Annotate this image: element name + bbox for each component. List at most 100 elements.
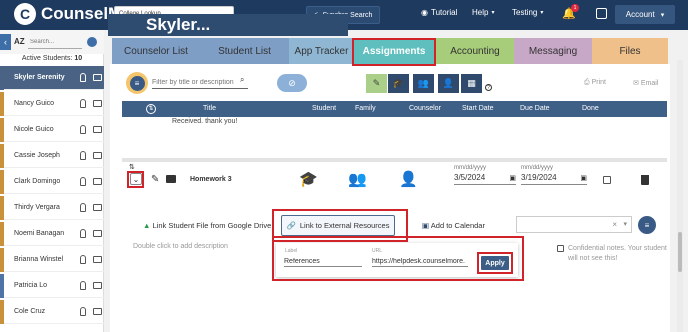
sidebar-student-item[interactable]: Nicole Guico xyxy=(0,118,104,142)
sidebar-student-item[interactable]: Skyler Serenity xyxy=(0,66,104,90)
student-profile-icon[interactable] xyxy=(80,177,86,186)
student-profile-icon[interactable] xyxy=(80,307,86,316)
drag-handle-icon[interactable]: ⇅ xyxy=(129,163,135,171)
family-view-button[interactable]: 👥 xyxy=(413,74,434,93)
done-checkbox[interactable] xyxy=(603,176,611,184)
student-view-button[interactable]: 🎓 xyxy=(388,74,409,93)
nav-help[interactable]: Help ▾ xyxy=(472,8,494,17)
chevron-down-icon: ▾ xyxy=(623,221,627,228)
nav-tutorial[interactable]: ◉ Tutorial xyxy=(421,8,457,17)
student-name: Cole Cruz xyxy=(14,308,46,315)
expand-row-button[interactable]: ⌄ xyxy=(130,173,142,185)
sidebar-student-item[interactable]: Thirdy Vergara xyxy=(0,196,104,220)
student-profile-icon[interactable] xyxy=(80,151,86,160)
student-card-icon[interactable] xyxy=(93,282,102,289)
nav-testing[interactable]: Testing ▾ xyxy=(512,8,543,17)
student-profile-icon[interactable] xyxy=(80,203,86,212)
student-card-icon[interactable] xyxy=(93,178,102,185)
col-due-date[interactable]: Due Date xyxy=(520,105,550,112)
trash-icon[interactable] xyxy=(641,175,649,185)
start-date-input[interactable]: 3/5/2024 ▣ xyxy=(454,173,516,185)
student-card-icon[interactable] xyxy=(93,204,102,211)
col-family[interactable]: Family xyxy=(355,105,376,112)
sidebar-student-item[interactable]: Noemi Banagan xyxy=(0,222,104,246)
student-card-icon[interactable] xyxy=(93,152,102,159)
add-checklist-button[interactable]: ≡ xyxy=(638,216,656,234)
edit-icon[interactable]: ✎ xyxy=(151,174,159,185)
print-button[interactable]: ⎙ Print xyxy=(584,79,606,87)
description-hint[interactable]: Double click to add description xyxy=(133,243,228,250)
list-menu-button[interactable]: ≡ xyxy=(126,72,148,94)
help-icon[interactable]: ? xyxy=(485,84,492,91)
filter-icon[interactable] xyxy=(87,37,97,47)
scrollbar-thumb[interactable] xyxy=(678,232,682,272)
compass-icon: ⊘ xyxy=(288,77,296,88)
col-title[interactable]: Title xyxy=(203,105,216,112)
store-icon[interactable] xyxy=(596,8,607,19)
nav-help-label: Help xyxy=(472,8,489,17)
sidebar-student-item[interactable]: Cole Cruz xyxy=(0,300,104,324)
student-profile-icon[interactable] xyxy=(80,281,86,290)
sidebar-student-item[interactable]: Clark Domingo xyxy=(0,170,104,194)
student-search-input[interactable] xyxy=(28,35,82,49)
tab-app-tracker[interactable]: App Tracker xyxy=(289,38,354,64)
calendar-grid-button[interactable]: ▦ xyxy=(461,74,482,93)
counselor-assignee-icon[interactable]: 👤 xyxy=(399,170,418,188)
student-card-icon[interactable] xyxy=(93,230,102,237)
sidebar-student-item[interactable]: Nancy Guico xyxy=(0,92,104,116)
sort-az-button[interactable]: AZ xyxy=(14,37,25,46)
account-menu[interactable]: Account ▾ xyxy=(615,5,675,24)
apply-button[interactable]: Apply xyxy=(481,256,509,270)
sidebar-student-item[interactable]: Cassie Joseph xyxy=(0,144,104,168)
scrollbar-track[interactable] xyxy=(677,60,683,332)
link-url-input[interactable] xyxy=(372,256,468,267)
link-label-input[interactable] xyxy=(284,256,362,267)
tab-assignments[interactable]: Assignments xyxy=(354,38,434,64)
student-profile-icon[interactable] xyxy=(80,99,86,108)
calendar-select[interactable]: × ▾ xyxy=(516,216,632,233)
student-card-icon[interactable] xyxy=(93,256,102,263)
student-card-icon[interactable] xyxy=(93,100,102,107)
student-profile-icon[interactable] xyxy=(80,73,86,82)
student-card-icon[interactable] xyxy=(93,308,102,315)
family-assignee-icon[interactable]: 👥 xyxy=(348,170,367,188)
logo-mark-icon: C xyxy=(14,3,36,25)
filter-input[interactable] xyxy=(152,77,248,89)
counselor-person-button[interactable]: 👤 xyxy=(438,74,459,93)
tab-student-list[interactable]: Student List xyxy=(200,38,289,64)
student-color-marker xyxy=(0,118,4,142)
student-profile-icon[interactable] xyxy=(80,255,86,264)
comment-icon[interactable] xyxy=(166,175,176,183)
link-external-resources-button[interactable]: 🔗 Link to External Resources xyxy=(281,215,395,236)
sidebar-student-item[interactable]: Brianna Winstel xyxy=(0,248,104,272)
due-date-input[interactable]: 3/19/2024 ▣ xyxy=(521,173,587,185)
compass-button[interactable]: ⊘ xyxy=(277,74,307,92)
tab-messaging[interactable]: Messaging xyxy=(514,38,592,64)
col-counselor[interactable]: Counselor xyxy=(409,105,441,112)
chevron-down-icon: ▾ xyxy=(540,10,544,16)
tab-counselor-list[interactable]: Counselor List xyxy=(112,38,200,64)
sort-icon[interactable]: ⇅ xyxy=(146,104,156,114)
student-card-icon[interactable] xyxy=(93,126,102,133)
student-assignee-icon[interactable]: 🎓 xyxy=(299,170,318,188)
google-drive-link-button[interactable]: ▲ Link Student File from Google Drive xyxy=(143,221,271,230)
sidebar-student-item[interactable]: Patricia Lo xyxy=(0,274,104,298)
clear-icon[interactable]: × xyxy=(612,220,617,229)
student-card-icon[interactable] xyxy=(93,74,102,81)
email-button[interactable]: ✉ Email xyxy=(633,79,658,87)
collapse-sidebar-button[interactable]: ‹ xyxy=(0,34,11,50)
col-start-date[interactable]: Start Date xyxy=(462,105,494,112)
envelope-icon: ✉ xyxy=(633,80,639,87)
tab-accounting[interactable]: Accounting xyxy=(436,38,514,64)
col-student[interactable]: Student xyxy=(312,105,336,112)
col-done[interactable]: Done xyxy=(582,105,599,112)
student-profile-icon[interactable] xyxy=(80,125,86,134)
counselor-view-button[interactable]: ✎ xyxy=(366,74,387,93)
student-profile-icon[interactable] xyxy=(80,229,86,238)
tab-files[interactable]: Files xyxy=(592,38,668,64)
confidential-notes[interactable]: Confidential notes. Your student will no… xyxy=(568,244,668,264)
google-drive-label: Link Student File from Google Drive xyxy=(152,221,272,230)
assignment-title[interactable]: Homework 3 xyxy=(190,176,232,183)
add-to-calendar-button[interactable]: ▣ Add to Calendar xyxy=(422,221,485,230)
calendar-icon: ▣ xyxy=(509,175,516,182)
